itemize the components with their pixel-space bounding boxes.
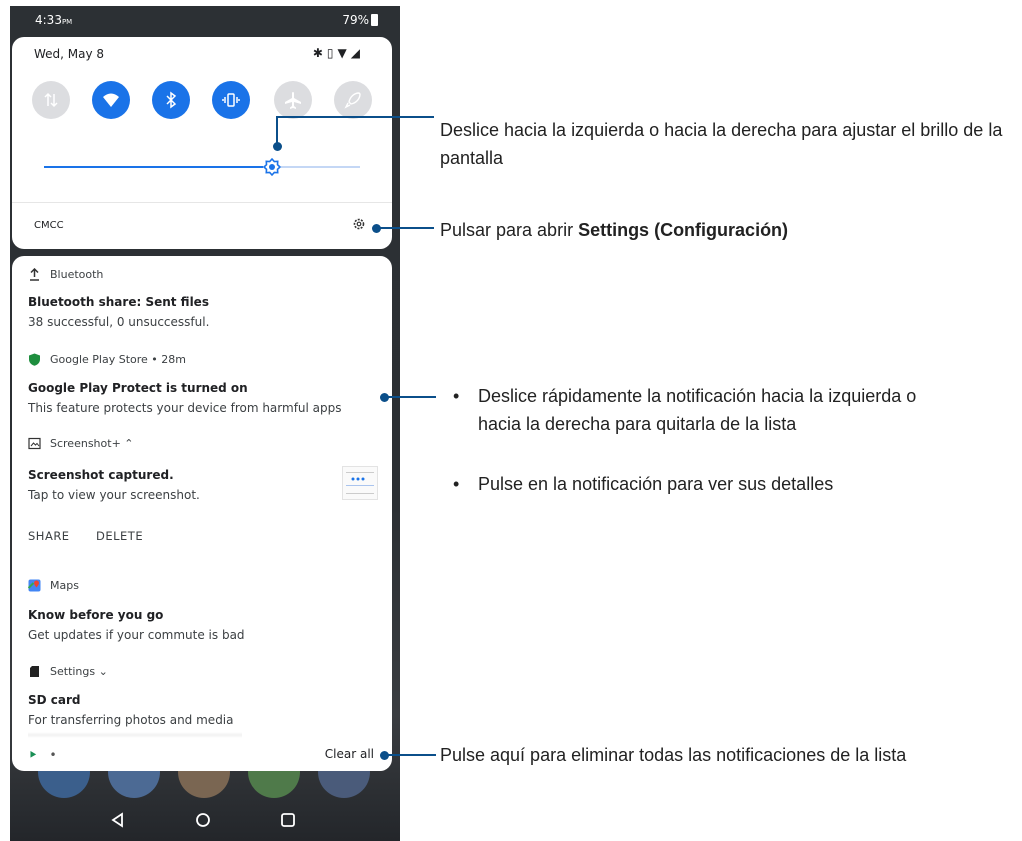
share-button[interactable]: SHARE <box>28 529 70 543</box>
date-label: Wed, May 8 <box>34 47 105 61</box>
airplane-icon <box>285 92 301 109</box>
notification-text[interactable]: Tap to view your screenshot. <box>28 488 200 502</box>
settings-gear-icon[interactable] <box>352 217 366 231</box>
collapsed-notification-fade <box>28 732 242 738</box>
rocket-icon <box>344 92 361 109</box>
notification-panel: Bluetooth Bluetooth share: Sent files 38… <box>12 256 392 771</box>
notification-text[interactable]: Get updates if your commute is bad <box>28 628 245 642</box>
image-icon <box>28 437 41 450</box>
brightness-slider[interactable] <box>44 156 360 178</box>
notification-title[interactable]: Google Play Protect is turned on <box>28 381 248 395</box>
tile-airplane-mode[interactable] <box>274 81 312 119</box>
wifi-icon <box>103 93 119 107</box>
play-icon: ⯈ <box>28 748 38 762</box>
annotation-brightness: Deslice hacia la izquierda o hacia la de… <box>440 120 1003 168</box>
notification-title[interactable]: SD card <box>28 693 81 707</box>
cell-signal-icon: ◢ <box>350 46 364 60</box>
upload-icon <box>30 268 39 281</box>
app-name: Screenshot+ ⌃ <box>50 437 134 450</box>
tile-wifi[interactable] <box>92 81 130 119</box>
phone-screen: 4:33PM 79% Wed, May 8 ✱▯▼◢ CMCC Bluetoot… <box>10 6 400 841</box>
quick-settings-panel: Wed, May 8 ✱▯▼◢ CMCC <box>12 37 392 249</box>
vibrate-icon: ▯ <box>326 46 338 60</box>
tile-vibrate[interactable] <box>212 81 250 119</box>
thumbnail-image <box>346 472 374 494</box>
recents-icon[interactable] <box>280 812 296 828</box>
battery-indicator: 79% <box>342 13 378 27</box>
notification-title[interactable]: Bluetooth share: Sent files <box>28 295 209 309</box>
notification-header-settings[interactable]: Settings ⌄ <box>28 665 108 678</box>
slider-fill <box>44 166 272 168</box>
callout-line-brightness <box>276 116 434 118</box>
notification-header-maps[interactable]: Maps <box>28 579 79 592</box>
app-name: Maps <box>50 579 79 592</box>
app-name: Google Play Store • 28m <box>50 353 186 366</box>
maps-icon <box>28 579 41 592</box>
status-time: 4:33PM <box>35 13 73 27</box>
status-icons: ✱▯▼◢ <box>313 46 364 60</box>
notification-title[interactable]: Know before you go <box>28 608 163 622</box>
delete-button[interactable]: DELETE <box>96 529 143 543</box>
notification-text[interactable]: 38 successful, 0 unsuccessful. <box>28 315 209 329</box>
tile-bluetooth[interactable] <box>152 81 190 119</box>
annotation-clear-all: Pulse aquí para eliminar todas las notif… <box>440 745 907 765</box>
annotation-tap: Pulse en la notificación para ver sus de… <box>448 470 918 498</box>
callout-line-brightness <box>276 117 278 146</box>
callout-line-clear-all <box>384 754 436 756</box>
tile-mobile-data[interactable] <box>32 81 70 119</box>
status-bar: 4:33PM 79% <box>10 6 400 36</box>
annotation-notification-list: Deslice rápidamente la notificación haci… <box>448 382 918 530</box>
battery-icon <box>371 14 378 26</box>
app-name: Bluetooth <box>50 268 104 281</box>
callout-line-notification <box>384 396 436 398</box>
bluetooth-icon <box>166 91 177 109</box>
wifi-signal-icon: ▼ <box>337 46 351 60</box>
navigation-bar <box>10 808 400 836</box>
brightness-icon[interactable] <box>261 156 283 178</box>
vibrate-icon <box>222 93 240 107</box>
more-dot: • <box>49 748 57 762</box>
notification-header-play-store[interactable]: Google Play Store • 28m <box>28 353 186 366</box>
notification-text[interactable]: For transferring photos and media <box>28 713 234 727</box>
callout-line-settings <box>376 227 434 229</box>
screenshot-thumbnail[interactable] <box>342 466 378 500</box>
app-name: Settings ⌄ <box>50 665 108 678</box>
notification-text[interactable]: This feature protects your device from h… <box>28 401 342 415</box>
bluetooth-icon: ✱ <box>312 46 327 60</box>
shield-icon <box>29 353 40 366</box>
notification-title[interactable]: Screenshot captured. <box>28 468 174 482</box>
tile-rocket[interactable] <box>334 81 372 119</box>
annotation-swipe: Deslice rápidamente la notificación haci… <box>448 382 918 438</box>
sd-card-icon <box>30 666 39 677</box>
back-icon[interactable] <box>110 812 126 828</box>
mobile-data-icon <box>44 92 58 108</box>
notification-header-screenshot[interactable]: Screenshot+ ⌃ <box>28 437 134 450</box>
clear-all-button[interactable]: Clear all <box>325 747 374 761</box>
home-icon[interactable] <box>195 812 211 828</box>
collapsed-notifications-row[interactable]: ⯈ • <box>28 748 57 763</box>
carrier-label: CMCC <box>34 220 64 231</box>
divider <box>12 202 392 203</box>
notification-header-bluetooth[interactable]: Bluetooth <box>28 268 103 281</box>
annotation-settings: Pulsar para abrir Settings (Configuració… <box>440 220 789 240</box>
